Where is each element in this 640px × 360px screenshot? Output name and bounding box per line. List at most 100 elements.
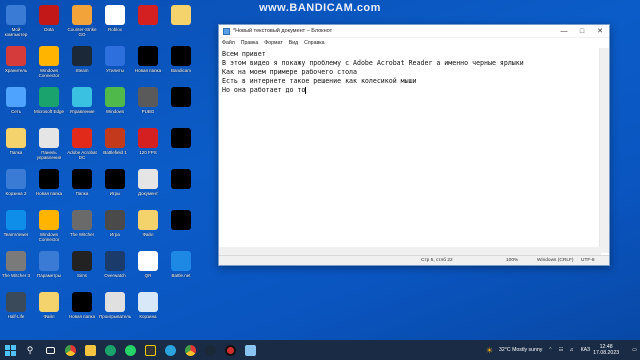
desktop-icon[interactable]: [165, 84, 197, 125]
desktop-icon[interactable]: The Witcher: [66, 207, 98, 248]
bandicam-icon[interactable]: [220, 340, 240, 360]
title-bar[interactable]: *Новый текстовый документ – Блокнот — □ …: [219, 25, 609, 38]
desktop-icon-label: Overwatch: [104, 273, 126, 278]
desktop-icon-label: [165, 191, 197, 202]
horizontal-scrollbar[interactable]: [219, 247, 601, 255]
search-icon[interactable]: ⚲: [20, 340, 40, 360]
status-bar: Стр 5, стлб 22 100% Windows (CRLF) UTF-8: [219, 255, 609, 265]
file-explorer-icon[interactable]: [80, 340, 100, 360]
desktop-icon[interactable]: Панель управления: [33, 125, 65, 166]
desktop-icon-label: Мой компьютер: [4, 27, 28, 37]
edge-icon[interactable]: [100, 340, 120, 360]
desktop-icon[interactable]: Новая папка: [132, 43, 164, 84]
desktop-icon[interactable]: Sims: [66, 248, 98, 289]
desktop-icon[interactable]: The Witcher 3: [0, 248, 32, 289]
network-icon[interactable]: ☷: [559, 347, 564, 353]
steam-icon[interactable]: [200, 340, 220, 360]
desktop-icon[interactable]: 120 FPS: [132, 125, 164, 166]
terminal-icon[interactable]: [140, 340, 160, 360]
desktop-icon[interactable]: Half-Life: [0, 289, 32, 330]
language-indicator[interactable]: КАЗ: [581, 347, 591, 353]
app-icon: [6, 210, 26, 230]
desktop-icon-label: Проигрыватель: [99, 314, 131, 319]
clock[interactable]: 12:48 17.08.2023: [593, 344, 619, 356]
desktop-icon[interactable]: PUBG: [132, 84, 164, 125]
desktop-icon[interactable]: Корзина: [132, 289, 164, 330]
notepad-icon[interactable]: [240, 340, 260, 360]
desktop-icon[interactable]: Overwatch: [99, 248, 131, 289]
menu-edit[interactable]: Правка: [241, 40, 259, 46]
desktop-icon[interactable]: Корзина 2: [0, 166, 32, 207]
desktop-icon[interactable]: Игра: [99, 207, 131, 248]
menu-file[interactable]: Файл: [222, 40, 235, 46]
menu-view[interactable]: Вид: [289, 40, 298, 46]
desktop-icon[interactable]: Windows: [99, 84, 131, 125]
close-button[interactable]: ✕: [591, 25, 609, 38]
volume-icon[interactable]: ♬: [569, 347, 574, 353]
telegram-icon[interactable]: [160, 340, 180, 360]
chrome-icon[interactable]: [60, 340, 80, 360]
desktop-icon[interactable]: Папка: [66, 166, 98, 207]
app-icon: [138, 87, 158, 107]
app-icon: [171, 87, 191, 107]
desktop-icon[interactable]: [165, 125, 197, 166]
desktop-icon-label: Новая папка: [35, 191, 63, 196]
desktop-icon[interactable]: Мой компьютер: [0, 2, 32, 43]
desktop-icon[interactable]: Новая папка: [33, 166, 65, 207]
text-line: Но она работает до то: [222, 86, 306, 94]
desktop-icon[interactable]: Игры: [99, 166, 131, 207]
chrome-icon[interactable]: [180, 340, 200, 360]
desktop-icon[interactable]: Roblox: [99, 2, 131, 43]
chevron-up-icon[interactable]: ⌃: [548, 347, 552, 353]
desktop-icon-label: Microsoft Edge: [33, 109, 64, 114]
notifications-icon[interactable]: ▭: [632, 347, 637, 353]
desktop-icon[interactable]: Bandicam: [165, 43, 197, 84]
desktop-icon[interactable]: Windows Connector: [33, 207, 65, 248]
desktop-icon[interactable]: Файл: [33, 289, 65, 330]
menu-format[interactable]: Формат: [264, 40, 282, 46]
desktop-icon[interactable]: Утилиты: [99, 43, 131, 84]
notepad-window[interactable]: *Новый текстовый документ – Блокнот — □ …: [218, 24, 610, 266]
app-icon: [39, 251, 59, 271]
app-icon: [171, 128, 191, 148]
minimize-button[interactable]: —: [555, 25, 573, 38]
task-view-icon[interactable]: [40, 340, 60, 360]
desktop-icon-label: Windows Connector: [38, 68, 60, 78]
vertical-scrollbar[interactable]: [599, 48, 609, 253]
desktop-icon[interactable]: Windows Connector: [33, 43, 65, 84]
desktop-icon[interactable]: Параметры: [33, 248, 65, 289]
maximize-button[interactable]: □: [573, 25, 591, 38]
desktop-icon[interactable]: [165, 166, 197, 207]
desktop-icon[interactable]: QR: [132, 248, 164, 289]
desktop-icon-label: PUBG: [141, 109, 155, 114]
desktop-icon-label: Adobe Acrobat DC: [67, 150, 97, 160]
desktop-icon[interactable]: Проигрыватель: [99, 289, 131, 330]
desktop-icon[interactable]: Сеть: [0, 84, 32, 125]
whatsapp-icon[interactable]: [120, 340, 140, 360]
weather-icon[interactable]: ☀: [486, 346, 493, 355]
desktop-icon[interactable]: Microsoft Edge: [33, 84, 65, 125]
desktop-icon[interactable]: Counter-Strike GO: [66, 2, 98, 43]
desktop-icon[interactable]: Новая папка: [66, 289, 98, 330]
start-button[interactable]: [0, 340, 20, 360]
desktop-icon[interactable]: Управление: [66, 84, 98, 125]
text-editor[interactable]: Всем привет В этом видео я покажу пробле…: [219, 48, 601, 253]
desktop-icon-label: Bandicam: [170, 68, 191, 73]
desktop-icon[interactable]: Документ: [132, 166, 164, 207]
app-icon: [105, 87, 125, 107]
desktop-icon[interactable]: [132, 2, 164, 43]
menu-help[interactable]: Справка: [304, 40, 324, 46]
desktop-icon[interactable]: [165, 207, 197, 248]
desktop-icon-label: Roblox: [107, 27, 122, 32]
desktop-icon[interactable]: Steam: [66, 43, 98, 84]
weather-widget[interactable]: 32°C Mostly sunny: [499, 347, 542, 353]
desktop-icon[interactable]: Файл: [132, 207, 164, 248]
desktop-icon[interactable]: Battlefield 1: [99, 125, 131, 166]
desktop-icon[interactable]: TeamViewer: [0, 207, 32, 248]
desktop-icon[interactable]: Папка: [0, 125, 32, 166]
desktop-icon[interactable]: Adobe Acrobat DC: [66, 125, 98, 166]
desktop-icon[interactable]: Battle.net: [165, 248, 197, 289]
desktop-icon[interactable]: [165, 2, 197, 43]
desktop-icon[interactable]: Dota: [33, 2, 65, 43]
desktop-icon[interactable]: Хранитель: [0, 43, 32, 84]
